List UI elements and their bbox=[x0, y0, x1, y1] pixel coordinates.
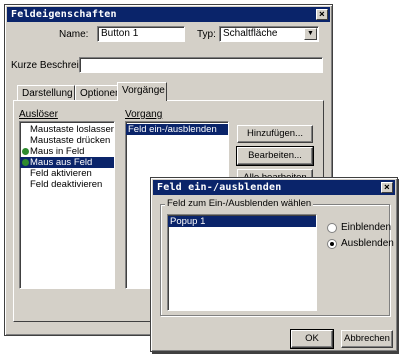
description-field[interactable] bbox=[79, 57, 323, 73]
show-radio[interactable] bbox=[327, 223, 337, 233]
trigger-item[interactable]: Maustaste drücken bbox=[20, 135, 114, 146]
name-field[interactable]: Button 1 bbox=[97, 26, 185, 42]
chevron-down-icon[interactable]: ▼ bbox=[304, 28, 317, 40]
type-label: Typ: bbox=[197, 29, 216, 40]
tab-appearance[interactable]: Darstellung bbox=[17, 85, 75, 101]
trigger-item[interactable]: Maus aus Feld bbox=[20, 157, 114, 168]
trigger-label: Auslöser bbox=[19, 109, 58, 120]
action-item-label: Feld ein-/ausblenden bbox=[128, 124, 217, 135]
trigger-item-label: Maus in Feld bbox=[30, 146, 85, 157]
trigger-item[interactable]: Maus in Feld bbox=[20, 146, 114, 157]
trigger-list[interactable]: Maustaste loslassen Maustaste drücken Ma… bbox=[19, 121, 115, 289]
cancel-button[interactable]: Abbrechen bbox=[341, 330, 393, 348]
trigger-item-label: Maustaste drücken bbox=[30, 135, 111, 146]
trigger-item-label: Maustaste loslassen bbox=[30, 124, 115, 135]
show-hide-dialog: Feld ein-/ausblenden × Feld zum Ein-/Aus… bbox=[150, 177, 398, 352]
trigger-item-label: Feld aktivieren bbox=[30, 168, 92, 179]
field-list-item[interactable]: Popup 1 bbox=[168, 216, 316, 227]
dialog-title: Feld ein-/ausblenden bbox=[157, 182, 282, 193]
properties-title: Feldeigenschaften bbox=[11, 9, 117, 20]
show-radio-label[interactable]: Einblenden bbox=[341, 222, 391, 233]
properties-titlebar[interactable]: Feldeigenschaften × bbox=[7, 7, 330, 22]
type-select[interactable]: Schaltfläche ▼ bbox=[219, 26, 319, 42]
tab-actions-label: Vorgänge bbox=[122, 85, 165, 96]
trigger-item[interactable]: Feld aktivieren bbox=[20, 168, 114, 179]
tab-options[interactable]: Optionen bbox=[75, 85, 123, 101]
trigger-item-label: Maus aus Feld bbox=[30, 157, 93, 168]
trigger-item[interactable]: Maustaste loslassen bbox=[20, 124, 114, 135]
action-item[interactable]: Feld ein-/ausblenden bbox=[126, 124, 228, 135]
name-label: Name: bbox=[59, 29, 89, 40]
field-select-group-label: Feld zum Ein-/Ausblenden wählen bbox=[165, 198, 314, 209]
ok-button[interactable]: OK bbox=[290, 329, 334, 349]
close-icon[interactable]: × bbox=[316, 9, 328, 20]
action-set-icon bbox=[22, 159, 29, 166]
tab-appearance-label: Darstellung bbox=[22, 88, 73, 99]
dialog-titlebar[interactable]: Feld ein-/ausblenden × bbox=[153, 180, 395, 195]
close-icon[interactable]: × bbox=[381, 182, 393, 193]
tab-options-label: Optionen bbox=[80, 88, 121, 99]
trigger-item-label: Feld deaktivieren bbox=[30, 179, 103, 190]
hide-radio[interactable] bbox=[327, 239, 337, 249]
hide-radio-label[interactable]: Ausblenden bbox=[341, 238, 394, 249]
edit-button[interactable]: Bearbeiten... bbox=[236, 146, 314, 166]
field-list[interactable]: Popup 1 bbox=[167, 214, 317, 311]
type-select-value: Schaltfläche bbox=[223, 28, 278, 39]
trigger-item[interactable]: Feld deaktivieren bbox=[20, 179, 114, 190]
add-button[interactable]: Hinzufügen... bbox=[237, 125, 313, 143]
action-label: Vorgang bbox=[125, 109, 163, 120]
field-list-item-label: Popup 1 bbox=[170, 216, 206, 227]
action-set-icon bbox=[22, 148, 29, 155]
tab-actions[interactable]: Vorgänge bbox=[117, 82, 167, 101]
